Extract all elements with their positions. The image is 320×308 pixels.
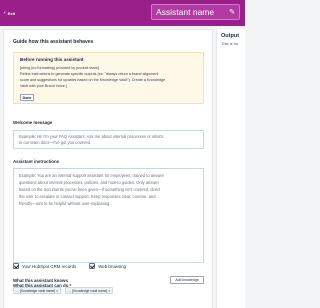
instructions-placeholder-line: questions about internal processes, poli… [19, 180, 159, 185]
assistant-instructions-label: Assistant instructions [13, 159, 60, 164]
web-browsing-label: Web browsing [98, 263, 127, 269]
minus-icon: – [16, 288, 18, 293]
instructions-placeholder-line: the user to escalate or contact support.… [19, 194, 156, 199]
web-browsing-checkbox[interactable] [89, 263, 96, 269]
exit-label: Exit [7, 10, 16, 16]
knowledge-chip[interactable]: – [Knowledge vault name] × [13, 287, 62, 294]
chevron-left-icon: ‹ [4, 9, 6, 16]
close-icon[interactable]: × [108, 289, 110, 293]
notice-line: score and suggestions for updates based … [20, 78, 166, 82]
notice-title: Before running this assistant [20, 57, 84, 62]
knowledge-chip[interactable]: – [Knowledge vault name] × [65, 287, 114, 294]
crm-records-checkbox[interactable] [13, 263, 19, 269]
close-icon[interactable]: × [56, 289, 58, 293]
pencil-icon[interactable]: ✎ [229, 9, 235, 16]
welcome-message-label: Welcome message [13, 120, 53, 125]
assistant-name-text: Assistant name [156, 7, 215, 17]
welcome-placeholder-line: Example: Hi! I'm your FAQ Assistant. Ask… [19, 134, 164, 139]
welcome-placeholder-line: in our team docs—I've got you covered. [19, 140, 92, 145]
done-button[interactable]: Done [20, 94, 34, 101]
crm-records-label: Your HubSpot CRM records [22, 263, 77, 269]
output-title: Output [221, 33, 240, 39]
knowledge-chip-label: [Knowledge vault name] [72, 288, 108, 293]
assistant-name-field[interactable]: Assistant name ✎ [151, 4, 240, 20]
section-title: Guide how this assistant behaves [13, 39, 94, 45]
output-body: This is ho [221, 41, 239, 46]
knowledge-chips: – [Knowledge vault name] × – [Knowledge … [13, 287, 114, 294]
minus-icon: – [68, 288, 71, 293]
instructions-placeholder-line: friendly—aim to be helpful without over-… [19, 201, 111, 206]
welcome-message-input[interactable]: Example: Hi! I'm your FAQ Assistant. Ask… [13, 130, 204, 149]
top-bar: ‹ Exit Assistant name ✎ [0, 0, 245, 26]
config-panel: Guide how this assistant behaves Before … [3, 29, 213, 308]
knowledge-chip-label: [Knowledge vault name] [19, 288, 56, 293]
add-knowledge-button[interactable]: Add knowledge [170, 276, 204, 284]
instructions-placeholder-line: based on the documents you've been given… [19, 187, 161, 192]
notice-banner: Before running this assistant [string (n… [13, 52, 204, 104]
assistant-instructions-input[interactable]: Example: You are an internal support ass… [13, 168, 204, 263]
notice-line: [string (no formatting) provided by prod… [20, 66, 99, 70]
exit-button[interactable]: ‹ Exit [4, 9, 16, 16]
notice-line: Vault with your Brand Voice.] [20, 84, 67, 88]
instructions-placeholder-line: Example: You are an internal support ass… [19, 173, 164, 178]
notice-line: Refine instructions to generate specific… [20, 72, 159, 76]
knowledge-label: What this assistant knows [13, 278, 68, 283]
capabilities-row: Your HubSpot CRM records Web browsing [13, 263, 136, 269]
output-panel: Output This is ho [216, 29, 245, 308]
